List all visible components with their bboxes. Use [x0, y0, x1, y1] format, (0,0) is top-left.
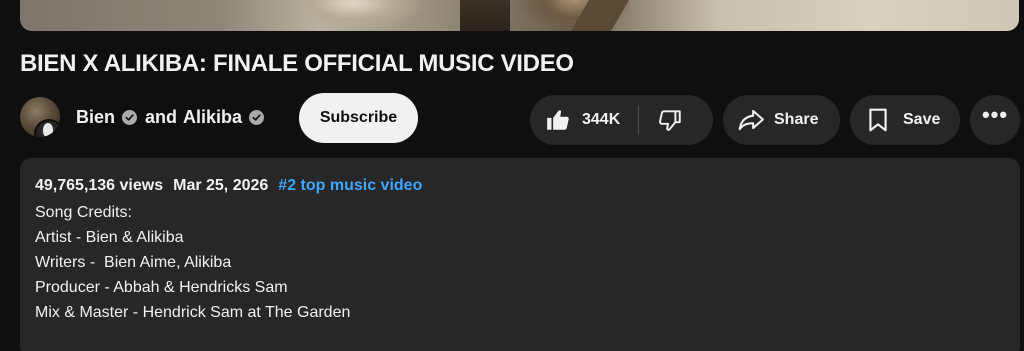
more-actions-button[interactable]: ••• — [970, 95, 1020, 145]
upload-date: Mar 25, 2026 — [173, 177, 269, 194]
channel-name-alikiba[interactable]: Alikiba — [183, 107, 242, 128]
save-button[interactable]: Save — [850, 95, 960, 145]
description-line: Writers - Bien Aime, Alikiba — [35, 254, 232, 271]
owner-row: Bien and Alikiba Subscribe 344K Share Sa… — [20, 93, 1020, 145]
like-dislike-group: 344K — [530, 95, 713, 145]
channel-connector: and — [145, 107, 178, 127]
description-text: Song Credits: Artist - Bien & Alikiba Wr… — [35, 200, 1005, 325]
share-arrow-icon — [738, 109, 764, 131]
like-button[interactable]: 344K — [530, 95, 638, 145]
subscribe-button[interactable]: Subscribe — [299, 93, 418, 143]
verified-check-icon — [122, 110, 138, 125]
dislike-button[interactable] — [639, 95, 701, 145]
thumbs-up-icon — [547, 110, 569, 130]
watch-page: BIEN X ALIKIBA: FINALE OFFICIAL MUSIC VI… — [0, 0, 1024, 351]
channel-name-bien[interactable]: Bien — [76, 107, 115, 128]
description-line: Song Credits: — [35, 204, 132, 221]
view-count: 49,765,136 views — [35, 177, 164, 194]
video-title: BIEN X ALIKIBA: FINALE OFFICIAL MUSIC VI… — [20, 50, 574, 77]
description-line: Producer - Abbah & Hendricks Sam — [35, 279, 288, 296]
video-player[interactable] — [20, 0, 1019, 31]
thumbs-down-icon — [659, 110, 681, 131]
share-button[interactable]: Share — [723, 95, 840, 145]
description-line: Mix & Master - Hendrick Sam at The Garde… — [35, 304, 351, 321]
video-frame-detail — [305, 0, 425, 31]
save-label: Save — [903, 111, 941, 128]
description-meta: 49,765,136 views Mar 25, 2026 #2 top music… — [35, 176, 1005, 196]
collaborator-avatar — [34, 119, 60, 137]
bookmark-icon — [869, 108, 887, 132]
channel-names: Bien and Alikiba — [76, 107, 272, 128]
description-box[interactable]: 49,765,136 views Mar 25, 2026 #2 top music… — [20, 158, 1020, 351]
share-label: Share — [774, 111, 819, 128]
video-frame-detail — [460, 0, 510, 31]
more-horizontal-icon: ••• — [981, 102, 1009, 127]
channel-avatar[interactable] — [20, 97, 60, 137]
description-line: Artist - Bien & Alikiba — [35, 229, 184, 246]
hashtag-link[interactable]: #2 top music video — [278, 177, 422, 194]
verified-check-icon — [249, 110, 265, 125]
like-count: 344K — [582, 111, 621, 128]
